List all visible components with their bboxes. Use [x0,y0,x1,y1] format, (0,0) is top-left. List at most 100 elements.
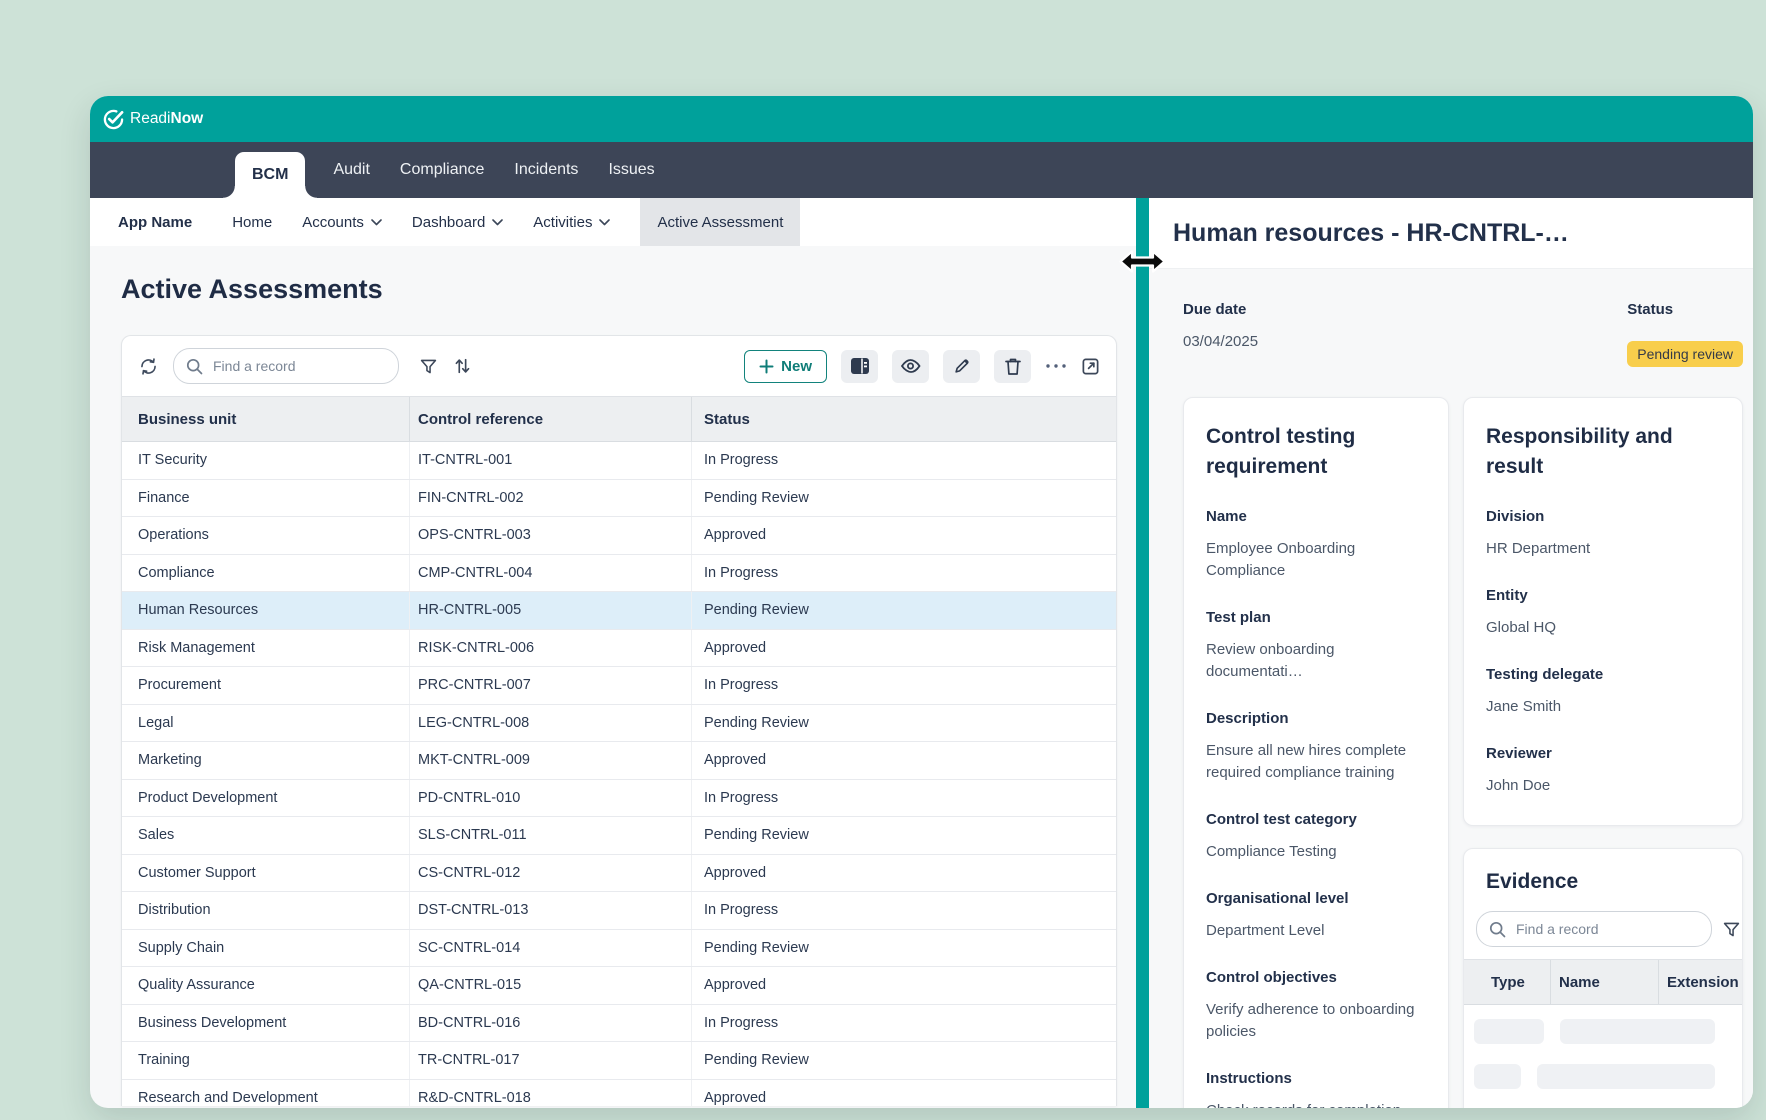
table-row[interactable]: Legal LEG-CNTRL-008 Pending Review [122,705,1116,743]
module-tab[interactable]: Issues [606,142,656,198]
evidence-column-name[interactable]: Name [1551,960,1659,1004]
new-record-button[interactable]: New [744,350,827,383]
evidence-search [1476,911,1712,947]
preview-button[interactable] [892,350,929,383]
cell-status: Pending Review [692,705,1116,742]
open-in-new-icon [1081,357,1100,376]
table-row[interactable]: IT Security IT-CNTRL-001 In Progress [122,442,1116,480]
table-row[interactable]: Marketing MKT-CNTRL-009 Approved [122,742,1116,780]
split-layout: App Name Home Accounts [90,198,1753,1108]
module-tab[interactable]: Incidents [512,142,580,198]
cell-control-reference: R&D-CNTRL-018 [410,1080,692,1107]
side-panel-toggle-button[interactable] [841,350,878,383]
cell-status: In Progress [692,555,1116,592]
cell-control-reference: OPS-CNTRL-003 [410,517,692,554]
cell-business-unit: Product Development [122,780,410,817]
chevron-down-icon [492,219,503,226]
field-label: Testing delegate [1486,666,1720,683]
table-row[interactable]: Training TR-CNTRL-017 Pending Review [122,1042,1116,1080]
evidence-filter-button[interactable] [1722,920,1741,939]
cell-status: Approved [692,1080,1116,1107]
cell-business-unit: Training [122,1042,410,1079]
field-value: Check records for completion, interview … [1206,1100,1426,1108]
table-row[interactable]: Procurement PRC-CNTRL-007 In Progress [122,667,1116,705]
subnav-item[interactable]: Accounts [302,198,382,246]
subnav-item[interactable]: Home [232,198,272,246]
sort-button[interactable] [452,356,472,376]
subnav-item[interactable]: Activities [533,198,610,246]
table-row[interactable]: Compliance CMP-CNTRL-004 In Progress [122,555,1116,593]
detail-field: Name Employee Onboarding Compliance [1206,508,1426,582]
filter-funnel-icon [419,357,438,376]
cell-business-unit: Legal [122,705,410,742]
detail-field: Description Ensure all new hires complet… [1206,710,1426,784]
table-row[interactable]: Sales SLS-CNTRL-011 Pending Review [122,817,1116,855]
subnav-items: Home Accounts Dashboard [232,198,800,246]
cell-status: Pending Review [692,1042,1116,1079]
control-testing-card-title: Control testing requirement [1206,422,1426,482]
table-row[interactable]: Supply Chain SC-CNTRL-014 Pending Review [122,930,1116,968]
desktop-background: ReadiNow BCM Audit Compliance Incidents … [0,0,1766,1120]
module-tab-label: Issues [608,161,654,179]
edit-button[interactable] [943,350,980,383]
cell-status: Approved [692,517,1116,554]
more-actions-button[interactable] [1045,363,1067,369]
detail-right-column: Responsibility and result Division HR De… [1463,397,1743,1108]
table-row[interactable]: Quality Assurance QA-CNTRL-015 Approved [122,967,1116,1005]
table-row[interactable]: Customer Support CS-CNTRL-012 Approved [122,855,1116,893]
evidence-column-type[interactable]: Type [1464,960,1551,1004]
column-header-business-unit[interactable]: Business unit [122,397,410,441]
detail-field: Control test category Compliance Testing [1206,811,1426,863]
table-row[interactable]: Business Development BD-CNTRL-016 In Pro… [122,1005,1116,1043]
module-tab[interactable]: Audit [331,142,371,198]
table-row[interactable]: Research and Development R&D-CNTRL-018 A… [122,1080,1116,1107]
module-tab[interactable]: BCM [235,152,305,198]
status-label: Status [1627,301,1673,318]
panel-resize-divider[interactable] [1136,198,1149,1108]
cell-control-reference: BD-CNTRL-016 [410,1005,692,1042]
module-tab-label: Compliance [400,161,484,179]
cell-business-unit: Supply Chain [122,930,410,967]
readinow-wordmark: ReadiNow [130,110,203,128]
cell-business-unit: Quality Assurance [122,967,410,1004]
table-row[interactable]: Human Resources HR-CNTRL-005 Pending Rev… [122,592,1116,630]
module-tab-label: Audit [333,161,369,179]
open-in-new-button[interactable] [1081,357,1100,376]
module-tab[interactable]: Compliance [398,142,486,198]
table-row[interactable]: Operations OPS-CNTRL-003 Approved [122,517,1116,555]
detail-titlebar: Human resources - HR-CNTRL-… [1149,198,1753,269]
table-row[interactable]: Distribution DST-CNTRL-013 In Progress [122,892,1116,930]
module-tab-label: BCM [252,166,288,184]
table-body: IT Security IT-CNTRL-001 In Progress Fin… [122,442,1116,1106]
filter-button[interactable] [419,357,438,376]
table-row[interactable]: Product Development PD-CNTRL-010 In Prog… [122,780,1116,818]
delete-button[interactable] [994,350,1031,383]
evidence-skeleton-row [1464,1064,1742,1089]
field-label: Organisational level [1206,890,1426,907]
evidence-search-input[interactable] [1514,920,1699,938]
readinow-logo[interactable]: ReadiNow [103,109,203,130]
sort-arrows-icon [452,356,472,376]
evidence-column-extension[interactable]: Extension [1659,960,1742,1004]
grid-search-input[interactable] [211,357,386,375]
table-row[interactable]: Finance FIN-CNTRL-002 Pending Review [122,480,1116,518]
subnav-item-label: Accounts [302,214,364,231]
column-header-control-reference[interactable]: Control reference [410,397,692,441]
side-panel-icon [850,357,870,375]
module-tab-label: Incidents [514,161,578,179]
grid-search [173,348,399,384]
subnav-item[interactable]: Dashboard [412,198,503,246]
table-row[interactable]: Risk Management RISK-CNTRL-006 Approved [122,630,1116,668]
refresh-button[interactable] [138,356,159,377]
readinow-check-icon [103,109,124,130]
detail-body: Due date 03/04/2025 Status Pending revie… [1149,269,1753,1108]
cell-business-unit: Business Development [122,1005,410,1042]
cell-business-unit: IT Security [122,442,410,479]
column-header-status[interactable]: Status [692,397,1116,441]
detail-field: Testing delegate Jane Smith [1486,666,1720,718]
field-value: John Doe [1486,775,1720,797]
subnav-item-label: Home [232,214,272,231]
field-label: Test plan [1206,609,1426,626]
field-label: Instructions [1206,1070,1426,1087]
subnav-item[interactable]: Active Assessment [640,198,800,246]
